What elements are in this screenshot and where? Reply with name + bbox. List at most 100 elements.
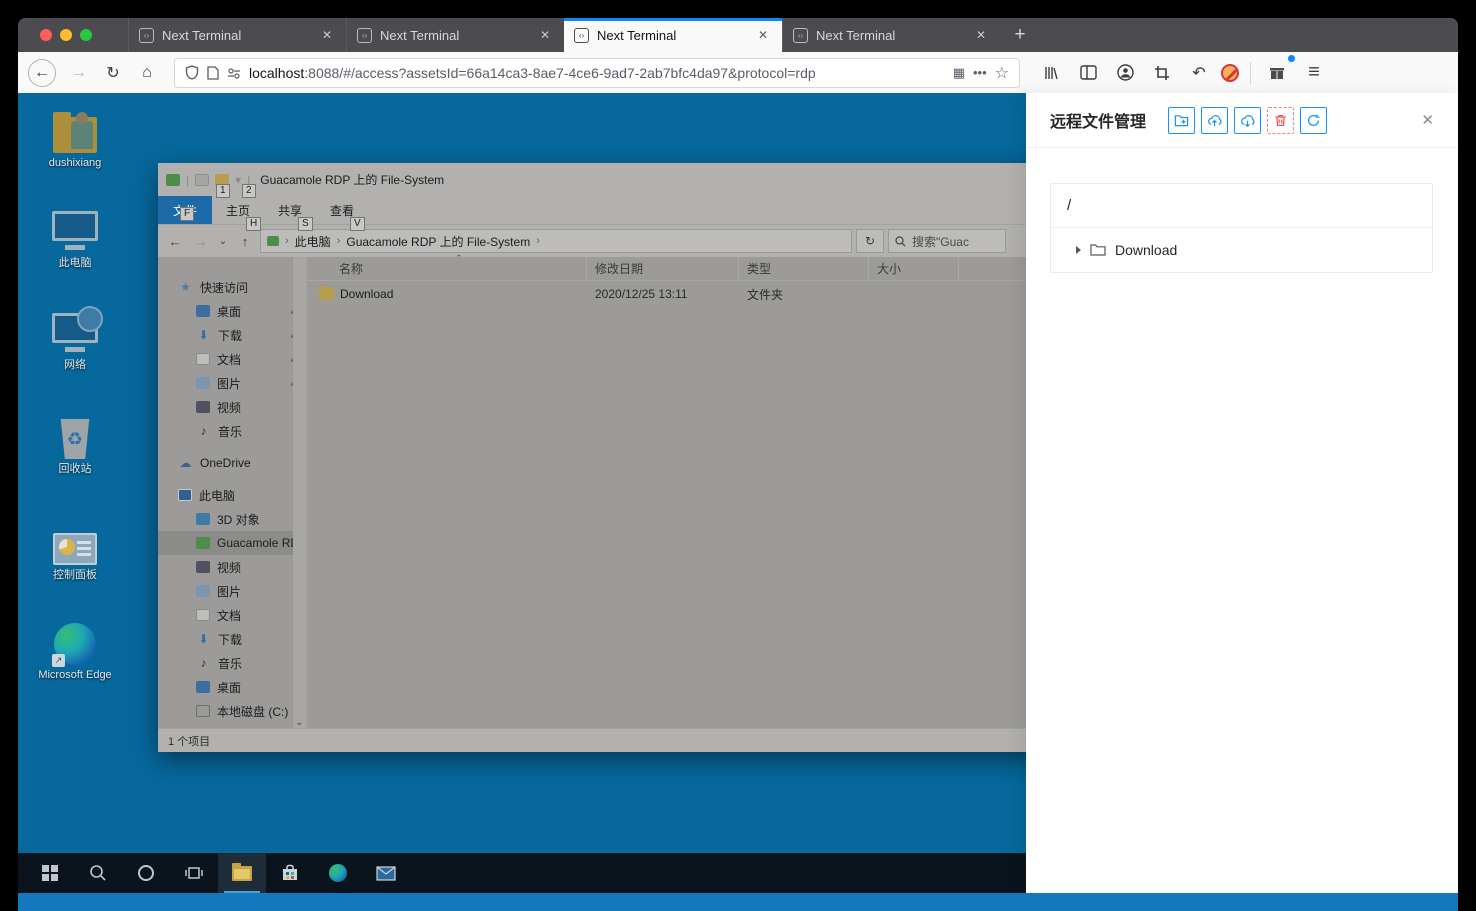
minimize-window-button[interactable] — [60, 29, 72, 41]
reload-button[interactable]: ↻ — [98, 58, 128, 88]
sidebar-item-desktop-2[interactable]: 桌面 — [158, 675, 306, 699]
download-button[interactable] — [1234, 107, 1261, 134]
sidebar-item-pictures-2[interactable]: 图片 — [158, 579, 306, 603]
browser-tab-3-active[interactable]: ‹› Next Terminal ✕ — [564, 18, 782, 52]
tab-close-icon[interactable]: ✕ — [318, 26, 336, 44]
tree-item-download[interactable]: Download — [1051, 228, 1432, 272]
taskbar-file-explorer-button[interactable] — [218, 853, 266, 893]
search-icon — [89, 864, 107, 882]
desktop-icon-this-pc[interactable]: 此电脑 — [32, 203, 118, 270]
bookmark-star-icon[interactable]: ☆ — [995, 63, 1009, 83]
explorer-search-box[interactable]: 搜索"Guac — [888, 229, 1006, 253]
expand-caret-icon[interactable] — [1076, 246, 1081, 254]
drawer-close-icon[interactable]: ✕ — [1421, 111, 1434, 129]
nav-forward-icon[interactable]: → — [190, 234, 212, 249]
scroll-down-icon[interactable]: ⌄ — [295, 717, 303, 728]
page-actions-icon[interactable]: ••• — [973, 65, 987, 80]
refresh-button[interactable] — [1300, 107, 1327, 134]
account-icon[interactable] — [1110, 58, 1140, 88]
column-header-type[interactable]: 类型 — [739, 257, 869, 280]
extension-gift-icon[interactable] — [1262, 58, 1292, 88]
zoom-window-button[interactable] — [80, 29, 92, 41]
new-folder-button[interactable] — [1168, 107, 1195, 134]
nav-back-icon[interactable]: ← — [164, 234, 186, 249]
desktop-icon-network[interactable]: 网络 — [32, 305, 118, 372]
sidebar-item-downloads-2[interactable]: ⬇下载 — [158, 627, 306, 651]
next-terminal-favicon: ‹› — [357, 28, 372, 43]
close-window-button[interactable] — [40, 29, 52, 41]
cortana-button[interactable] — [122, 853, 170, 893]
sidebar-item-desktop[interactable]: 桌面 — [158, 299, 306, 323]
task-view-button[interactable] — [170, 853, 218, 893]
sidebar-item-documents-2[interactable]: 文档 — [158, 603, 306, 627]
explorer-title-bar[interactable]: | ▾ | Guacamole RDP 上的 File-System — [158, 163, 1026, 196]
tab-close-icon[interactable]: ✕ — [536, 26, 554, 44]
file-row-download[interactable]: Download 2020/12/25 13:11 文件夹 — [307, 281, 1026, 307]
address-box[interactable]: › 此电脑 › Guacamole RDP 上的 File-System › — [260, 229, 852, 253]
back-button[interactable]: ← — [28, 59, 56, 87]
start-button[interactable] — [26, 853, 74, 893]
sidebar-item-quick-access[interactable]: ★快速访问 — [158, 275, 306, 299]
sidebar-scrollbar[interactable]: ⌄ — [293, 257, 306, 728]
tab-close-icon[interactable]: ✕ — [972, 26, 990, 44]
url-text[interactable]: localhost:8088/#/access?assetsId=66a14ca… — [249, 65, 945, 81]
sidebar-item-music-2[interactable]: ♪音乐 — [158, 651, 306, 675]
taskbar-store-button[interactable] — [266, 853, 314, 893]
current-path[interactable]: / — [1051, 184, 1432, 228]
breadcrumb-filesystem[interactable]: Guacamole RDP 上的 File-System — [346, 233, 530, 250]
nav-history-icon[interactable]: ⌄ — [216, 236, 230, 247]
desktop-icon-edge[interactable]: ↗ Microsoft Edge — [32, 615, 118, 682]
column-header-size[interactable]: 大小 — [869, 257, 959, 280]
sort-asc-icon: ˆ — [457, 254, 461, 266]
browser-tab-2[interactable]: ‹› Next Terminal ✕ — [346, 18, 564, 52]
column-header-modified[interactable]: 修改日期 — [587, 257, 739, 280]
keytip-1: 1 — [216, 184, 230, 198]
sidebar-item-3d-objects[interactable]: 3D 对象 — [158, 507, 306, 531]
sidebar-item-pictures[interactable]: 图片 — [158, 371, 306, 395]
blocked-extension-icon[interactable] — [1221, 64, 1239, 82]
sidebar-item-music[interactable]: ♪音乐 — [158, 419, 306, 443]
taskbar-mail-button[interactable] — [362, 853, 410, 893]
sidebar-item-downloads[interactable]: ⬇下载 — [158, 323, 306, 347]
page-info-icon[interactable] — [207, 66, 219, 80]
taskbar-edge-button[interactable] — [314, 853, 362, 893]
quick-access-button-1[interactable] — [195, 174, 209, 186]
permissions-icon[interactable] — [227, 67, 241, 79]
sync-icon — [1306, 113, 1321, 128]
sidebar-item-local-disk-c[interactable]: 本地磁盘 (C:) — [158, 699, 306, 723]
desktop-icon-control-panel[interactable]: 控制面板 — [32, 515, 118, 582]
breadcrumb-this-pc[interactable]: 此电脑 — [295, 233, 331, 250]
sidebar-item-onedrive[interactable]: ☁OneDrive — [158, 451, 306, 475]
refresh-button[interactable]: ↻ — [856, 229, 884, 253]
edge-icon: ↗ — [32, 615, 118, 665]
sidebar-item-guacamole-filesystem[interactable]: Guacamole RD — [158, 531, 306, 555]
shield-icon[interactable] — [185, 65, 199, 80]
rdp-remote-screen[interactable]: dushixiang 此电脑 网络 ♻ 回收站 控制面板 ↗ Microsoft… — [18, 93, 1026, 893]
new-tab-button[interactable]: + — [1000, 18, 1040, 52]
menu-icon[interactable]: ≡ — [1299, 58, 1329, 88]
sidebar-toggle-icon[interactable] — [1073, 58, 1103, 88]
sidebar-item-documents[interactable]: 文档 — [158, 347, 306, 371]
browser-tab-1[interactable]: ‹› Next Terminal ✕ — [128, 18, 346, 52]
quick-access-dropdown-icon[interactable]: ▾ — [235, 173, 241, 187]
url-bar[interactable]: localhost:8088/#/access?assetsId=66a14ca… — [174, 58, 1020, 88]
column-header-name[interactable]: 名称ˆ — [307, 257, 587, 280]
file-explorer-window[interactable]: | ▾ | Guacamole RDP 上的 File-System 1 2 文… — [158, 163, 1026, 752]
delete-button[interactable] — [1267, 107, 1294, 134]
home-button[interactable]: ⌂ — [132, 58, 162, 88]
qr-scan-icon[interactable]: ▦ — [953, 65, 965, 81]
forward-button[interactable]: → — [64, 58, 94, 88]
sidebar-item-videos[interactable]: 视频 — [158, 395, 306, 419]
undo-icon[interactable]: ↶ — [1184, 58, 1214, 88]
taskbar-search-button[interactable] — [74, 853, 122, 893]
desktop-icon-dushixiang[interactable]: dushixiang — [32, 103, 118, 170]
sidebar-item-this-pc[interactable]: 此电脑 — [158, 483, 306, 507]
tab-close-icon[interactable]: ✕ — [754, 26, 772, 44]
browser-tab-4[interactable]: ‹› Next Terminal ✕ — [782, 18, 1000, 52]
upload-button[interactable] — [1201, 107, 1228, 134]
desktop-icon-recycle-bin[interactable]: ♻ 回收站 — [32, 409, 118, 476]
sidebar-item-videos-2[interactable]: 视频 — [158, 555, 306, 579]
screenshot-icon[interactable] — [1147, 58, 1177, 88]
library-icon[interactable] — [1036, 58, 1066, 88]
nav-up-icon[interactable]: ↑ — [234, 234, 256, 249]
